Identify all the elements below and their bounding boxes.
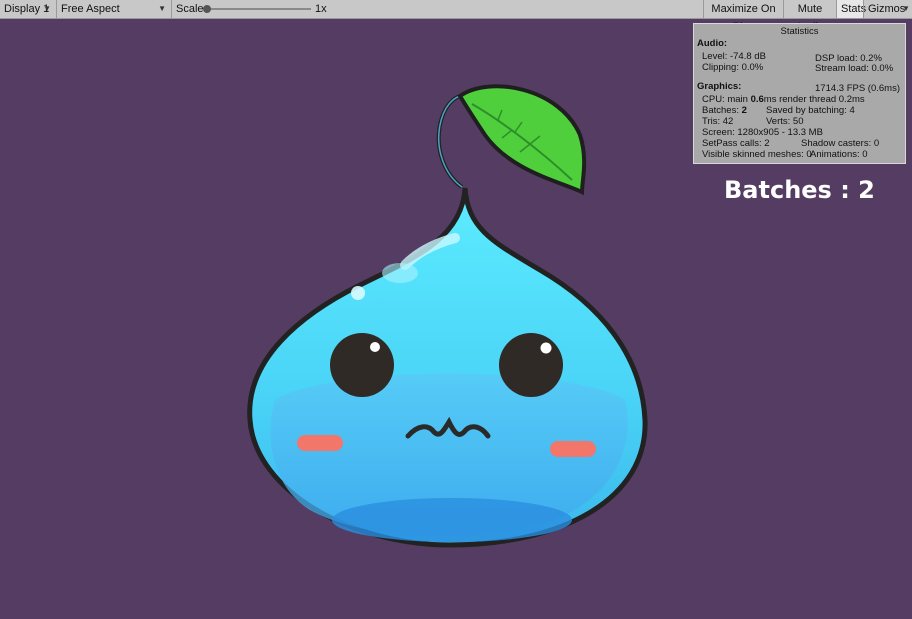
- shadow-casters-readout: Shadow casters: 0: [801, 138, 880, 149]
- stream-load: Stream load: 0.0%: [815, 63, 894, 74]
- scale-label: Scale: [176, 3, 204, 15]
- stem-outline: [436, 94, 464, 189]
- tris-readout: Tris: 42: [702, 116, 734, 127]
- stats-button[interactable]: Stats: [836, 0, 866, 18]
- aspect-dropdown[interactable]: Free Aspect ▼: [57, 0, 172, 18]
- slime-character-image: [247, 84, 648, 548]
- chevron-down-icon[interactable]: ▼: [902, 0, 910, 18]
- statistics-panel: Statistics Audio: Level: -74.8 dB Clippi…: [693, 23, 906, 164]
- scale-slider-thumb[interactable]: [203, 5, 211, 13]
- display-dropdown[interactable]: Display 1 ▼: [0, 0, 57, 18]
- gizmos-button[interactable]: Gizmos: [863, 0, 905, 18]
- right-eye: [499, 333, 563, 397]
- scale-value: 1x: [315, 3, 327, 15]
- cpu-prefix: CPU: main: [702, 94, 748, 105]
- left-blush: [297, 435, 343, 451]
- graphics-header: Graphics:: [697, 81, 742, 92]
- screen-readout: Screen: 1280x905 - 13.3 MB: [702, 127, 823, 138]
- stats-title: Statistics: [780, 26, 819, 37]
- batches-value: 2: [741, 105, 747, 116]
- saved-by-batching: Saved by batching: 4: [766, 105, 855, 116]
- maximize-on-play-button[interactable]: Maximize On Play: [703, 0, 783, 33]
- mute-audio-button[interactable]: Mute Audio: [783, 0, 836, 33]
- batches-label: Batches:: [702, 105, 739, 116]
- game-view-toolbar: Display 1 ▼ Free Aspect ▼ Scale 1x Maxim…: [0, 0, 912, 33]
- fps-readout: 1714.3 FPS (0.6ms): [815, 83, 901, 94]
- right-blush: [550, 441, 596, 457]
- audio-level: Level: -74.8 dB: [702, 51, 766, 62]
- batches-annotation: Batches : 2: [724, 176, 875, 204]
- chevron-down-icon: ▼: [43, 4, 51, 13]
- scale-slider-track[interactable]: [207, 8, 311, 10]
- skinned-meshes-readout: Visible skinned meshes: 0: [702, 149, 812, 160]
- cpu-main-value: 0.6: [750, 94, 764, 105]
- audio-header: Audio:: [697, 38, 728, 49]
- animations-readout: Animations: 0: [810, 149, 868, 160]
- audio-clipping: Clipping: 0.0%: [702, 62, 764, 73]
- left-eye: [330, 333, 394, 397]
- verts-readout: Verts: 50: [766, 116, 804, 127]
- setpass-readout: SetPass calls: 2: [702, 138, 770, 149]
- cpu-readout: CPU: main 0.6ms render thread 0.2ms: [702, 94, 865, 105]
- chevron-down-icon: ▼: [158, 4, 166, 13]
- aspect-label: Free Aspect: [61, 3, 120, 15]
- batches-readout: Batches: 2: [702, 105, 747, 116]
- cpu-suffix: ms render thread 0.2ms: [763, 94, 865, 105]
